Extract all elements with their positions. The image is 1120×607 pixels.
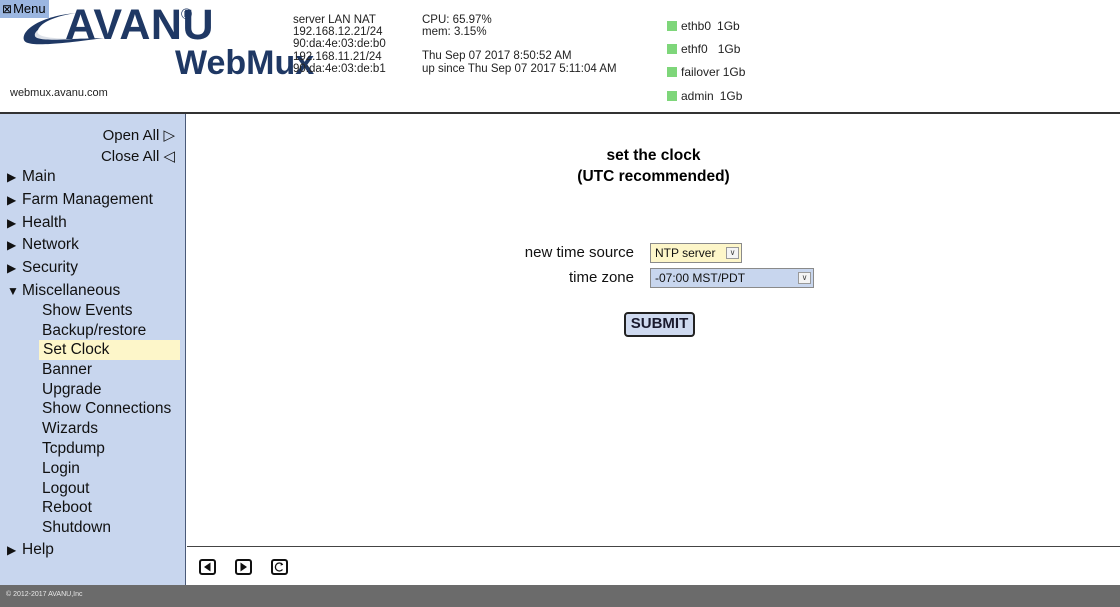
server-ip-2: 192.168.11.21/24 <box>293 50 382 63</box>
close-all-link[interactable]: Close All ◁ <box>101 147 175 165</box>
registered-mark: ® <box>181 6 193 23</box>
page-nav-bar <box>187 546 1120 585</box>
interface-speed: 1Gb <box>722 65 746 79</box>
sidebar-item-banner[interactable]: Banner <box>39 360 180 380</box>
copyright: © 2012-2017 AVANU,Inc <box>6 591 83 598</box>
link-up-icon <box>667 91 677 101</box>
menu-box-icon: ⊠ <box>2 2 13 16</box>
menu-label: Menu <box>13 1 46 16</box>
sidebar: Open All ▷ Close All ◁ ▶ Main ▶ Farm Manag… <box>0 114 186 585</box>
interface-name: ethf0 <box>681 42 708 56</box>
time-source-select[interactable]: NTP server ∨ <box>650 243 742 263</box>
page-title: set the clock <box>606 147 701 164</box>
server-mac-1: 90:da:4e:03:de:b0 <box>293 38 386 51</box>
sidebar-item-backup-restore[interactable]: Backup/restore <box>39 321 180 341</box>
refresh-button[interactable] <box>271 559 288 575</box>
open-all-link[interactable]: Open All ▷ <box>103 126 175 144</box>
sidebar-section-security[interactable]: ▶ Security <box>7 259 78 277</box>
site-url: webmux.avanu.com <box>10 87 108 99</box>
sidebar-section-label: Network <box>22 236 79 253</box>
sidebar-item-upgrade[interactable]: Upgrade <box>39 380 180 400</box>
server-ip-1: 192.168.12.21/24 <box>293 26 383 39</box>
refresh-icon <box>274 562 284 572</box>
uptime: up since Thu Sep 07 2017 5:11:04 AM <box>422 62 617 75</box>
interface-speed: 1Gb <box>719 89 743 103</box>
sidebar-section-main[interactable]: ▶ Main <box>7 168 56 186</box>
interface-speed: 1Gb <box>717 42 741 56</box>
submit-button[interactable]: SUBMIT <box>624 312 695 337</box>
expand-arrow-icon: ▶ <box>7 170 17 184</box>
time-zone-value: -07:00 MST/PDT <box>655 271 746 285</box>
interface-name: failover <box>681 65 720 79</box>
interface-name: admin <box>681 89 714 103</box>
sidebar-section-farm-management[interactable]: ▶ Farm Management <box>7 191 153 209</box>
interface-row: ethf0 1Gb <box>667 42 740 56</box>
time-zone-select[interactable]: -07:00 MST/PDT ∨ <box>650 268 814 288</box>
chevron-down-icon: ∨ <box>726 247 739 259</box>
mem-usage: mem: 3.15% <box>422 26 487 39</box>
link-up-icon <box>667 44 677 54</box>
menu-toggle-button[interactable]: ⊠Menu <box>0 0 49 18</box>
sidebar-section-label: Security <box>22 259 78 276</box>
sidebar-section-label: Main <box>22 168 56 185</box>
link-up-icon <box>667 21 677 31</box>
time-source-label: new time source <box>524 244 634 261</box>
time-zone-label: time zone <box>568 269 634 286</box>
interface-row: ethb0 1Gb <box>667 19 740 33</box>
sidebar-section-label: Farm Management <box>22 191 153 208</box>
sidebar-section-miscellaneous[interactable]: ▼ Miscellaneous <box>7 282 120 300</box>
expand-arrow-icon: ▶ <box>7 216 17 230</box>
interface-name: ethb0 <box>681 19 712 33</box>
sidebar-item-shutdown[interactable]: Shutdown <box>39 518 180 538</box>
system-stats: CPU: 65.97% mem: 3.15% Thu Sep 07 2017 8… <box>422 14 617 75</box>
expand-arrow-icon: ▶ <box>7 543 17 557</box>
sidebar-section-health[interactable]: ▶ Health <box>7 214 67 232</box>
back-button[interactable] <box>199 559 216 575</box>
interface-row: failover 1Gb <box>667 65 745 79</box>
back-icon <box>204 562 211 572</box>
app-frame: AVANU ® WebMux webmux.avanu.com ⊠Menu se… <box>0 0 1120 607</box>
interface-row: admin 1Gb <box>667 89 742 103</box>
link-up-icon <box>667 67 677 77</box>
sidebar-item-show-connections[interactable]: Show Connections <box>39 399 180 419</box>
sidebar-section-label: Miscellaneous <box>22 282 121 299</box>
sidebar-section-network[interactable]: ▶ Network <box>7 236 79 254</box>
sidebar-item-set-clock[interactable]: Set Clock <box>39 340 180 360</box>
expand-arrow-icon: ▶ <box>7 193 17 207</box>
server-type: server LAN NAT <box>293 14 376 26</box>
collapse-arrow-icon: ▼ <box>7 284 19 298</box>
header: AVANU ® WebMux webmux.avanu.com ⊠Menu se… <box>0 0 1120 114</box>
server-info: server LAN NAT 192.168.12.21/24 90:da:4e… <box>293 14 386 75</box>
interface-speed: 1Gb <box>717 19 740 33</box>
forward-button[interactable] <box>235 559 252 575</box>
sidebar-item-login[interactable]: Login <box>39 459 180 479</box>
server-mac-2: 90:da:4e:03:de:b1 <box>293 62 386 75</box>
sidebar-item-tcpdump[interactable]: Tcpdump <box>39 439 180 459</box>
sidebar-item-logout[interactable]: Logout <box>39 479 180 499</box>
time-source-value: NTP server <box>655 246 716 260</box>
sidebar-section-label: Help <box>22 541 54 558</box>
sidebar-item-reboot[interactable]: Reboot <box>39 498 180 518</box>
page-subtitle: (UTC recommended) <box>577 168 730 185</box>
sidebar-item-show-events[interactable]: Show Events <box>39 301 180 321</box>
sidebar-section-label: Health <box>22 214 67 231</box>
main-content: set the clock (UTC recommended) new time… <box>187 114 1120 546</box>
expand-arrow-icon: ▶ <box>7 261 17 275</box>
expand-arrow-icon: ▶ <box>7 238 17 252</box>
footer: © 2012-2017 AVANU,Inc <box>0 585 1120 607</box>
forward-icon <box>240 562 247 572</box>
chevron-down-icon: ∨ <box>798 272 811 284</box>
sidebar-section-help[interactable]: ▶ Help <box>7 541 54 559</box>
sidebar-item-wizards[interactable]: Wizards <box>39 419 180 439</box>
current-datetime: Thu Sep 07 2017 8:50:52 AM <box>422 50 572 63</box>
cpu-usage: CPU: 65.97% <box>422 14 492 26</box>
